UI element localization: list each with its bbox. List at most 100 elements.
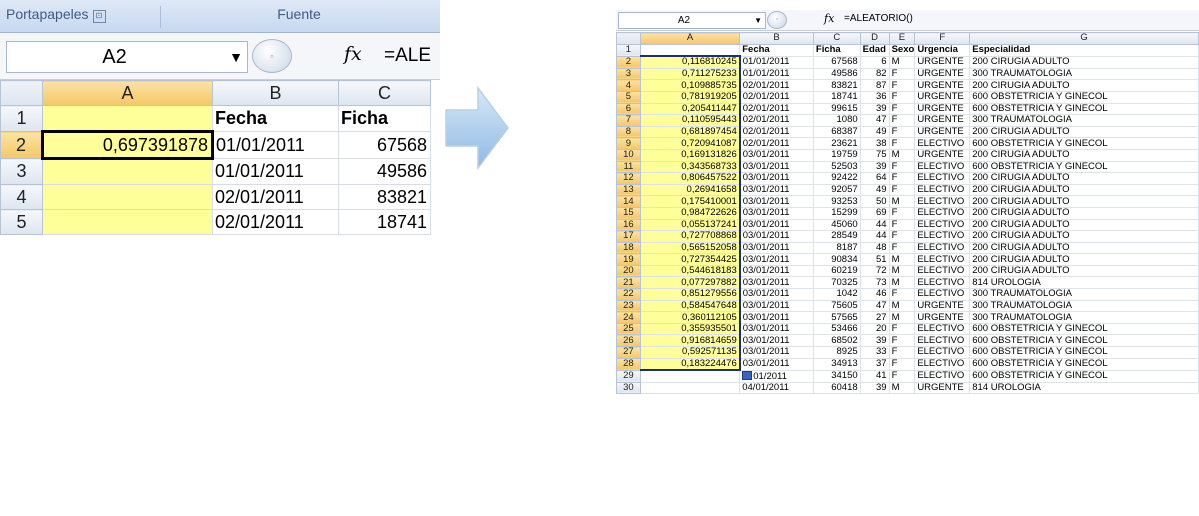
- cell[interactable]: F: [888, 322, 916, 336]
- cell[interactable]: ELECTIVO: [914, 218, 971, 232]
- cell[interactable]: 0,077297882: [639, 276, 741, 290]
- cell[interactable]: 600 OBSTETRICIA Y GINECOL: [969, 322, 1199, 336]
- row-header[interactable]: 25: [616, 322, 641, 336]
- insert-function-icon[interactable]: fx: [824, 12, 834, 25]
- cell[interactable]: 70325: [812, 276, 861, 290]
- row-header[interactable]: 22: [616, 288, 641, 301]
- cell[interactable]: 02/01/2011: [739, 137, 814, 150]
- cell[interactable]: 18741: [812, 90, 861, 104]
- cell[interactable]: Ficha: [338, 105, 431, 132]
- column-header-g[interactable]: G: [969, 32, 1199, 45]
- cell[interactable]: 600 OBSTETRICIA Y GINECOL: [969, 160, 1199, 174]
- cell[interactable]: 39: [859, 102, 890, 116]
- row-header[interactable]: 2: [0, 131, 43, 159]
- cell[interactable]: ELECTIVO: [914, 264, 971, 278]
- column-header-f[interactable]: F: [914, 32, 971, 45]
- cell[interactable]: 93253: [812, 195, 861, 208]
- cell[interactable]: 0,984722626: [639, 206, 741, 220]
- select-all-corner[interactable]: [616, 32, 641, 45]
- row-header[interactable]: 5: [0, 209, 43, 235]
- cell[interactable]: 50: [859, 195, 890, 208]
- cell[interactable]: 300 TRAUMATOLOGIA: [969, 114, 1199, 127]
- cell[interactable]: M: [888, 381, 916, 395]
- cell[interactable]: 34150: [812, 369, 861, 383]
- cell[interactable]: M: [888, 299, 916, 313]
- cell[interactable]: 200 CIRUGIA ADULTO: [969, 183, 1199, 197]
- cell[interactable]: 200 CIRUGIA ADULTO: [969, 172, 1199, 185]
- column-title-ficha[interactable]: Ficha: [812, 43, 861, 57]
- row-header[interactable]: 26: [616, 334, 641, 348]
- column-title-urgencia[interactable]: Urgencia: [914, 43, 971, 57]
- cell[interactable]: ELECTIVO: [914, 172, 971, 185]
- cell[interactable]: 52503: [812, 160, 861, 174]
- row-header[interactable]: 11: [616, 160, 641, 174]
- row-header[interactable]: 21: [616, 276, 641, 290]
- cell[interactable]: [639, 43, 741, 57]
- cell[interactable]: ELECTIVO: [914, 357, 971, 371]
- cell[interactable]: ELECTIVO: [914, 369, 971, 383]
- cell[interactable]: M: [888, 264, 916, 278]
- cell[interactable]: 02/01/2011: [212, 209, 339, 235]
- cell[interactable]: URGENTE: [914, 90, 971, 104]
- cell[interactable]: 200 CIRUGIA ADULTO: [969, 241, 1199, 255]
- formula-input[interactable]: =ALE: [384, 45, 431, 67]
- row-header[interactable]: 18: [616, 241, 641, 255]
- row-header[interactable]: 1: [0, 105, 43, 132]
- cell[interactable]: 47: [859, 114, 890, 127]
- row-header[interactable]: 12: [616, 172, 641, 185]
- cell[interactable]: 0,169131826: [639, 148, 741, 162]
- cell[interactable]: 75: [859, 148, 890, 162]
- cell[interactable]: 300 TRAUMATOLOGIA: [969, 299, 1199, 313]
- cell[interactable]: 41: [859, 369, 890, 383]
- cell[interactable]: [639, 381, 741, 395]
- cell[interactable]: 0,355935501: [639, 322, 741, 336]
- row-header[interactable]: 5: [616, 90, 641, 104]
- cell[interactable]: 90834: [812, 253, 861, 266]
- cell[interactable]: 49586: [338, 158, 431, 185]
- row-header[interactable]: 10: [616, 148, 641, 162]
- select-all-corner[interactable]: [0, 80, 43, 106]
- cell[interactable]: URGENTE: [914, 148, 971, 162]
- dialog-launcher-icon[interactable]: ⊡: [92, 10, 106, 23]
- cell[interactable]: URGENTE: [914, 114, 971, 127]
- cell[interactable]: 200 CIRUGIA ADULTO: [969, 218, 1199, 232]
- paste-options-icon[interactable]: [742, 371, 753, 380]
- cell[interactable]: 03/01/2011: [739, 264, 814, 278]
- cell[interactable]: 0,584547648: [639, 299, 741, 313]
- cell[interactable]: URGENTE: [914, 311, 971, 324]
- chevron-down-icon[interactable]: ▼: [754, 13, 762, 28]
- cell[interactable]: 01/01/2011: [739, 55, 814, 69]
- cell[interactable]: ELECTIVO: [914, 276, 971, 290]
- cell[interactable]: ELECTIVO: [914, 183, 971, 197]
- cell[interactable]: ELECTIVO: [914, 288, 971, 301]
- cell[interactable]: 0,681897454: [639, 125, 741, 139]
- cell[interactable]: F: [888, 79, 916, 92]
- row-header[interactable]: 13: [616, 183, 641, 197]
- cell[interactable]: 0,565152058: [639, 241, 741, 255]
- cell[interactable]: 200 CIRUGIA ADULTO: [969, 195, 1199, 208]
- cell[interactable]: 39: [859, 160, 890, 174]
- row-header[interactable]: 23: [616, 299, 641, 313]
- cell[interactable]: 03/01/2011: [739, 195, 814, 208]
- cell[interactable]: ELECTIVO: [914, 334, 971, 348]
- cell[interactable]: ELECTIVO: [914, 206, 971, 220]
- cell[interactable]: 0,727354425: [639, 253, 741, 266]
- cell[interactable]: 200 CIRUGIA ADULTO: [969, 264, 1199, 278]
- cell[interactable]: [42, 105, 213, 132]
- cell[interactable]: URGENTE: [914, 381, 971, 395]
- column-title-fecha[interactable]: Fecha: [739, 43, 814, 57]
- cell[interactable]: [42, 184, 213, 210]
- cell[interactable]: 814 UROLOGIA: [969, 276, 1199, 290]
- cell[interactable]: 02/01/2011: [739, 114, 814, 127]
- column-title-especialidad[interactable]: Especialidad: [969, 43, 1199, 57]
- cell[interactable]: 01/2011: [739, 369, 814, 383]
- cell[interactable]: 38: [859, 137, 890, 150]
- cell[interactable]: 83821: [338, 184, 431, 210]
- cell[interactable]: 0,343568733: [639, 160, 741, 174]
- cell[interactable]: 23621: [812, 137, 861, 150]
- column-header-c[interactable]: C: [338, 80, 431, 106]
- cell[interactable]: 03/01/2011: [739, 288, 814, 301]
- cell[interactable]: M: [888, 253, 916, 266]
- cell[interactable]: ELECTIVO: [914, 322, 971, 336]
- cell[interactable]: 03/01/2011: [739, 253, 814, 266]
